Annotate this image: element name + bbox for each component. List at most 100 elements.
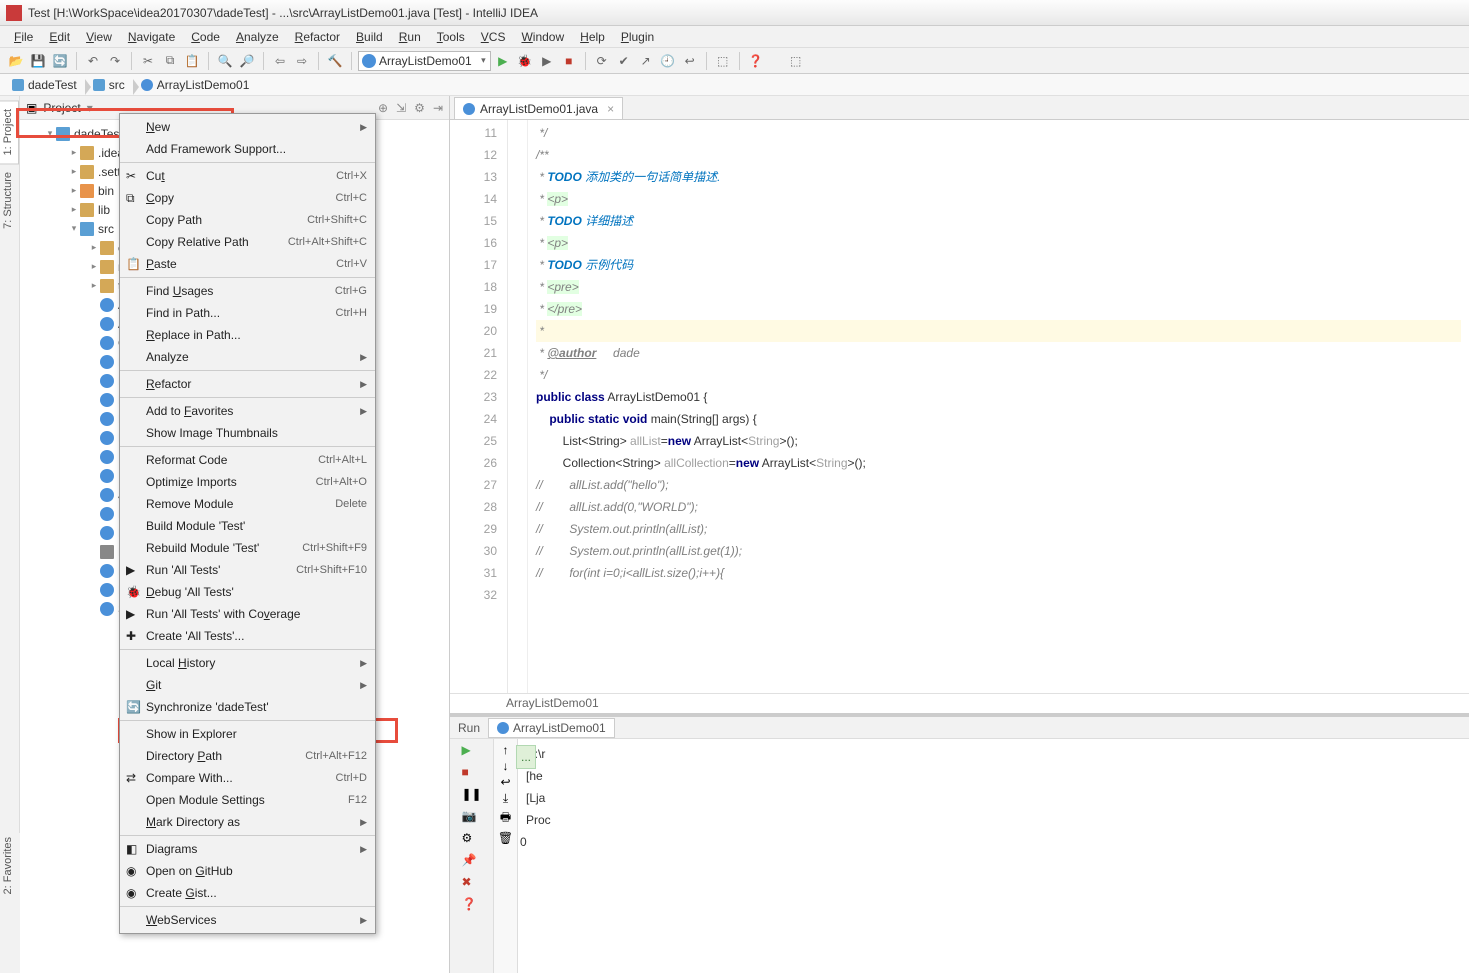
- build-icon[interactable]: 🔨: [325, 51, 345, 71]
- collapse-icon[interactable]: ⇲: [396, 101, 406, 115]
- tool-window-favorites[interactable]: 2: Favorites: [0, 833, 16, 898]
- menu-item-mark-directory-as[interactable]: Mark Directory as▶: [120, 811, 375, 833]
- misc-icon[interactable]: ⬚: [786, 51, 806, 71]
- menu-item-git[interactable]: Git▶: [120, 674, 375, 696]
- menu-item-directory-path[interactable]: Directory PathCtrl+Alt+F12: [120, 745, 375, 767]
- scroll-icon[interactable]: ⤓: [503, 791, 508, 806]
- down-icon[interactable]: ↓: [503, 759, 509, 773]
- code-editor[interactable]: 1112131415161718192021222324252627282930…: [450, 120, 1469, 693]
- menu-item-find-usages[interactable]: Find UsagesCtrl+G: [120, 280, 375, 302]
- menu-item-analyze[interactable]: Analyze▶: [120, 346, 375, 368]
- editor-tab-active[interactable]: ArrayListDemo01.java ×: [454, 97, 623, 119]
- run-console-output[interactable]: ...D:\r[he[LjaProc0: [518, 717, 1469, 973]
- fold-badge[interactable]: ...: [516, 745, 536, 769]
- menu-item-create-all-tests[interactable]: ✚Create 'All Tests'...: [120, 625, 375, 647]
- menu-navigate[interactable]: Navigate: [120, 28, 183, 46]
- menu-item-show-image-thumbnails[interactable]: Show Image Thumbnails: [120, 422, 375, 444]
- menu-vcs[interactable]: VCS: [473, 28, 514, 46]
- menu-item-debug-all-tests[interactable]: 🐞Debug 'All Tests': [120, 581, 375, 603]
- menu-analyze[interactable]: Analyze: [228, 28, 287, 46]
- debug-icon[interactable]: 🐞: [515, 51, 535, 71]
- menu-view[interactable]: View: [78, 28, 120, 46]
- menu-plugin[interactable]: Plugin: [613, 28, 662, 46]
- menu-item-copy[interactable]: ⧉CopyCtrl+C: [120, 187, 375, 209]
- menu-item-compare-with[interactable]: ⇄Compare With...Ctrl+D: [120, 767, 375, 789]
- close-run-icon[interactable]: ✖: [462, 875, 482, 895]
- menu-item-run-all-tests-with-coverage[interactable]: ▶Run 'All Tests' with Coverage: [120, 603, 375, 625]
- paste-icon[interactable]: 📋: [182, 51, 202, 71]
- help-icon[interactable]: ❓: [746, 51, 766, 71]
- copy-icon[interactable]: ⧉: [160, 51, 180, 71]
- menu-item-open-on-github[interactable]: ◉Open on GitHub: [120, 860, 375, 882]
- menu-run[interactable]: Run: [391, 28, 429, 46]
- find-icon[interactable]: 🔍: [215, 51, 235, 71]
- breadcrumb-src[interactable]: src: [87, 77, 135, 93]
- fold-column[interactable]: [508, 120, 528, 693]
- menu-build[interactable]: Build: [348, 28, 391, 46]
- menu-item-show-in-explorer[interactable]: Show in Explorer: [120, 723, 375, 745]
- menu-item-cut[interactable]: ✂CutCtrl+X: [120, 165, 375, 187]
- wrap-icon[interactable]: ↩: [500, 775, 510, 789]
- back-icon[interactable]: ⇦: [270, 51, 290, 71]
- refresh-icon[interactable]: 🔄: [50, 51, 70, 71]
- code-content[interactable]: */ /** * TODO 添加类的一句话简单描述. * <p> * TODO …: [528, 120, 1469, 693]
- replace-icon[interactable]: 🔎: [237, 51, 257, 71]
- menu-window[interactable]: Window: [513, 28, 572, 46]
- update-icon[interactable]: ⟳: [592, 51, 612, 71]
- menu-item-add-to-favorites[interactable]: Add to Favorites▶: [120, 400, 375, 422]
- menu-item-local-history[interactable]: Local History▶: [120, 652, 375, 674]
- menu-item-optimize-imports[interactable]: Optimize ImportsCtrl+Alt+O: [120, 471, 375, 493]
- menu-refactor[interactable]: Refactor: [287, 28, 348, 46]
- clear-icon[interactable]: 🗑: [498, 831, 513, 845]
- stop-run-icon[interactable]: ■: [462, 765, 482, 785]
- menu-item-reformat-code[interactable]: Reformat CodeCtrl+Alt+L: [120, 449, 375, 471]
- open-icon[interactable]: 📂: [6, 51, 26, 71]
- forward-icon[interactable]: ⇨: [292, 51, 312, 71]
- menu-item-remove-module[interactable]: Remove ModuleDelete: [120, 493, 375, 515]
- menu-code[interactable]: Code: [183, 28, 228, 46]
- settings-icon[interactable]: ⚙: [414, 101, 425, 115]
- undo-icon[interactable]: ↶: [83, 51, 103, 71]
- settings-run-icon[interactable]: ⚙: [462, 831, 482, 851]
- locate-icon[interactable]: ⊕: [378, 101, 388, 115]
- menu-help[interactable]: Help: [572, 28, 613, 46]
- menu-item-copy-path[interactable]: Copy PathCtrl+Shift+C: [120, 209, 375, 231]
- revert-icon[interactable]: ↩: [680, 51, 700, 71]
- hide-icon[interactable]: ⇥: [433, 101, 443, 115]
- menu-item-find-in-path[interactable]: Find in Path...Ctrl+H: [120, 302, 375, 324]
- menu-item-open-module-settings[interactable]: Open Module SettingsF12: [120, 789, 375, 811]
- menu-item-copy-relative-path[interactable]: Copy Relative PathCtrl+Alt+Shift+C: [120, 231, 375, 253]
- save-icon[interactable]: 💾: [28, 51, 48, 71]
- dump-icon[interactable]: 📷: [462, 809, 482, 829]
- stop-icon[interactable]: ■: [559, 51, 579, 71]
- breadcrumb-arraylistdemo01[interactable]: ArrayListDemo01: [135, 77, 260, 93]
- menu-item-build-module-test[interactable]: Build Module 'Test': [120, 515, 375, 537]
- help-run-icon[interactable]: ❓: [462, 897, 482, 917]
- menu-item-refactor[interactable]: Refactor▶: [120, 373, 375, 395]
- pause-icon[interactable]: ❚❚: [462, 787, 482, 807]
- close-tab-icon[interactable]: ×: [607, 102, 614, 116]
- tool-window-structure[interactable]: 7: Structure: [0, 164, 19, 237]
- context-menu[interactable]: New▶Add Framework Support...✂CutCtrl+X⧉C…: [119, 113, 376, 934]
- cut-icon[interactable]: ✂: [138, 51, 158, 71]
- menu-item-run-all-tests[interactable]: ▶Run 'All Tests'Ctrl+Shift+F10: [120, 559, 375, 581]
- up-icon[interactable]: ↑: [503, 743, 509, 757]
- coverage-icon[interactable]: ▶: [537, 51, 557, 71]
- menu-item-rebuild-module-test[interactable]: Rebuild Module 'Test'Ctrl+Shift+F9: [120, 537, 375, 559]
- menu-item-webservices[interactable]: WebServices▶: [120, 909, 375, 931]
- redo-icon[interactable]: ↷: [105, 51, 125, 71]
- menu-item-add-framework-support[interactable]: Add Framework Support...: [120, 138, 375, 160]
- crumb-class-label[interactable]: ArrayListDemo01: [506, 696, 599, 710]
- menu-tools[interactable]: Tools: [429, 28, 473, 46]
- structure-icon[interactable]: ⬚: [713, 51, 733, 71]
- menu-edit[interactable]: Edit: [41, 28, 78, 46]
- run-config-selector[interactable]: ArrayListDemo01: [358, 51, 491, 71]
- menu-file[interactable]: File: [6, 28, 41, 46]
- pin-icon[interactable]: 📌: [462, 853, 482, 873]
- push-icon[interactable]: ↗: [636, 51, 656, 71]
- menu-item-paste[interactable]: 📋PasteCtrl+V: [120, 253, 375, 275]
- run-icon[interactable]: ▶: [493, 51, 513, 71]
- breadcrumb-dadetest[interactable]: dadeTest: [6, 77, 87, 93]
- print-icon[interactable]: 🖶: [500, 808, 511, 829]
- menu-item-create-gist[interactable]: ◉Create Gist...: [120, 882, 375, 904]
